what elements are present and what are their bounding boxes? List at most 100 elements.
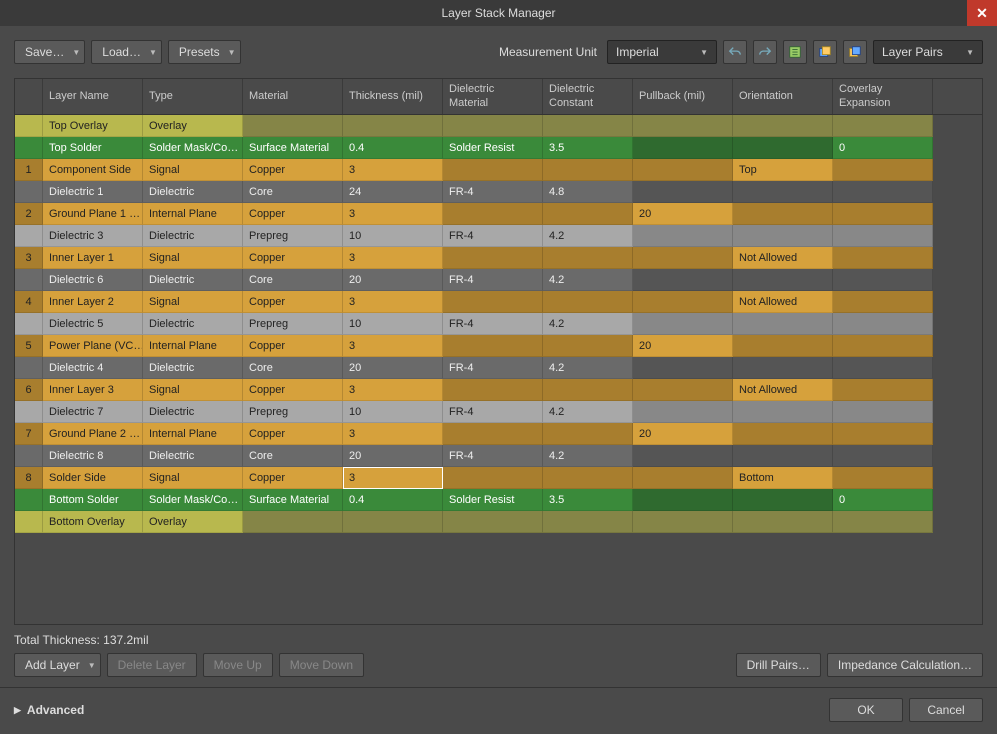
cell-ori[interactable] — [733, 357, 833, 379]
cell-ori[interactable] — [733, 335, 833, 357]
cell-ori[interactable]: Not Allowed — [733, 379, 833, 401]
cell-idx[interactable]: 5 — [15, 335, 43, 357]
col-orientation[interactable]: Orientation — [733, 79, 833, 114]
table-row[interactable]: 8Solder SideSignalCopper3Bottom — [15, 467, 982, 489]
cell-dcon[interactable]: 4.2 — [543, 401, 633, 423]
cell-ori[interactable]: Not Allowed — [733, 247, 833, 269]
cell-dmat[interactable] — [443, 511, 543, 533]
cell-name[interactable]: Inner Layer 2 — [43, 291, 143, 313]
cell-ori[interactable] — [733, 137, 833, 159]
cell-cov[interactable] — [833, 269, 933, 291]
table-row[interactable]: Dielectric 4DielectricCore20FR-44.2 — [15, 357, 982, 379]
col-layer-name[interactable]: Layer Name — [43, 79, 143, 114]
table-row[interactable]: 1Component SideSignalCopper3Top — [15, 159, 982, 181]
cell-dcon[interactable] — [543, 423, 633, 445]
cell-idx[interactable]: 4 — [15, 291, 43, 313]
cell-cov[interactable] — [833, 467, 933, 489]
cell-name[interactable]: Bottom Overlay — [43, 511, 143, 533]
table-row[interactable]: Bottom SolderSolder Mask/Co…Surface Mate… — [15, 489, 982, 511]
cell-dmat[interactable]: FR-4 — [443, 269, 543, 291]
cell-pull[interactable] — [633, 247, 733, 269]
cell-thk[interactable] — [343, 115, 443, 137]
col-thickness[interactable]: Thickness (mil) — [343, 79, 443, 114]
cell-pull[interactable] — [633, 313, 733, 335]
cell-idx[interactable]: 3 — [15, 247, 43, 269]
cell-thk[interactable]: 20 — [343, 357, 443, 379]
cell-name[interactable]: Dielectric 7 — [43, 401, 143, 423]
cell-pull[interactable] — [633, 269, 733, 291]
cell-dcon[interactable] — [543, 247, 633, 269]
cell-name[interactable]: Bottom Solder — [43, 489, 143, 511]
cell-dmat[interactable] — [443, 291, 543, 313]
cell-dmat[interactable] — [443, 467, 543, 489]
tool-button-1[interactable] — [783, 40, 807, 64]
cell-thk[interactable]: 0.4 — [343, 137, 443, 159]
cell-name[interactable]: Dielectric 3 — [43, 225, 143, 247]
cell-cov[interactable] — [833, 181, 933, 203]
advanced-toggle[interactable]: ▶ Advanced — [14, 703, 84, 717]
table-row[interactable]: Dielectric 8DielectricCore20FR-44.2 — [15, 445, 982, 467]
cell-mat[interactable]: Copper — [243, 203, 343, 225]
cell-name[interactable]: Dielectric 8 — [43, 445, 143, 467]
table-row[interactable]: 5Power Plane (VC…Internal PlaneCopper320 — [15, 335, 982, 357]
cell-ori[interactable] — [733, 181, 833, 203]
cell-thk[interactable]: 3 — [343, 467, 443, 489]
cell-idx[interactable]: 1 — [15, 159, 43, 181]
cell-type[interactable]: Dielectric — [143, 225, 243, 247]
cell-thk[interactable]: 3 — [343, 203, 443, 225]
table-row[interactable]: Top OverlayOverlay — [15, 115, 982, 137]
cell-cov[interactable] — [833, 313, 933, 335]
cell-cov[interactable] — [833, 401, 933, 423]
cell-name[interactable]: Solder Side — [43, 467, 143, 489]
cell-thk[interactable]: 3 — [343, 379, 443, 401]
cell-dcon[interactable]: 3.5 — [543, 137, 633, 159]
cell-dcon[interactable]: 4.2 — [543, 225, 633, 247]
cell-idx[interactable] — [15, 137, 43, 159]
cell-type[interactable]: Solder Mask/Co… — [143, 489, 243, 511]
cell-dmat[interactable] — [443, 203, 543, 225]
cell-pull[interactable]: 20 — [633, 203, 733, 225]
cell-idx[interactable] — [15, 445, 43, 467]
cell-dcon[interactable] — [543, 291, 633, 313]
cell-type[interactable]: Signal — [143, 467, 243, 489]
cell-name[interactable]: Top Overlay — [43, 115, 143, 137]
cell-cov[interactable]: 0 — [833, 489, 933, 511]
cell-dcon[interactable] — [543, 511, 633, 533]
cell-dcon[interactable] — [543, 467, 633, 489]
cell-name[interactable]: Component Side — [43, 159, 143, 181]
cell-mat[interactable]: Copper — [243, 379, 343, 401]
table-row[interactable]: Dielectric 5DielectricPrepreg10FR-44.2 — [15, 313, 982, 335]
cell-idx[interactable] — [15, 181, 43, 203]
tool-button-3[interactable] — [843, 40, 867, 64]
load-button[interactable]: Load…▼ — [91, 40, 162, 64]
cell-dcon[interactable]: 4.2 — [543, 357, 633, 379]
cell-type[interactable]: Dielectric — [143, 269, 243, 291]
cell-mat[interactable]: Prepreg — [243, 401, 343, 423]
add-layer-button[interactable]: Add Layer▼ — [14, 653, 101, 677]
cell-cov[interactable] — [833, 291, 933, 313]
cell-name[interactable]: Dielectric 4 — [43, 357, 143, 379]
cell-idx[interactable] — [15, 511, 43, 533]
cell-thk[interactable]: 0.4 — [343, 489, 443, 511]
drill-pairs-button[interactable]: Drill Pairs… — [736, 653, 821, 677]
cell-type[interactable]: Solder Mask/Co… — [143, 137, 243, 159]
cell-type[interactable]: Signal — [143, 159, 243, 181]
cell-cov[interactable] — [833, 423, 933, 445]
cell-pull[interactable] — [633, 159, 733, 181]
cell-pull[interactable] — [633, 379, 733, 401]
cell-thk[interactable]: 20 — [343, 269, 443, 291]
cell-mat[interactable]: Prepreg — [243, 225, 343, 247]
cell-pull[interactable] — [633, 511, 733, 533]
cell-name[interactable]: Ground Plane 1 … — [43, 203, 143, 225]
cell-thk[interactable]: 10 — [343, 225, 443, 247]
cell-name[interactable]: Power Plane (VC… — [43, 335, 143, 357]
cell-dcon[interactable]: 4.2 — [543, 445, 633, 467]
table-row[interactable]: Dielectric 6DielectricCore20FR-44.2 — [15, 269, 982, 291]
save-button[interactable]: Save…▼ — [14, 40, 85, 64]
cell-mat[interactable]: Prepreg — [243, 313, 343, 335]
cell-pull[interactable] — [633, 137, 733, 159]
cell-dmat[interactable] — [443, 423, 543, 445]
cell-ori[interactable] — [733, 489, 833, 511]
cell-type[interactable]: Internal Plane — [143, 423, 243, 445]
tool-button-2[interactable] — [813, 40, 837, 64]
